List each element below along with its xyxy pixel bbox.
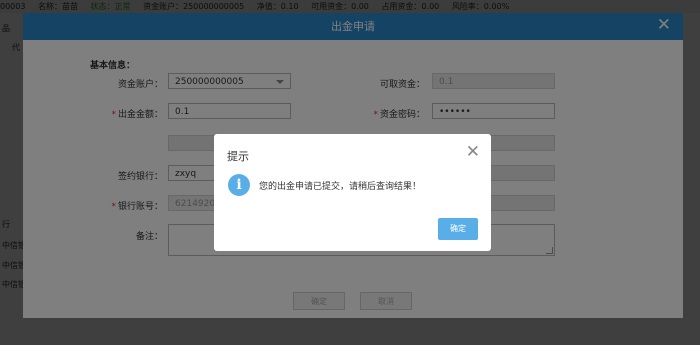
info-icon: i <box>228 174 250 196</box>
alert-dialog: 提示 ✕ i 您的出金申请已提交，请稍后查询结果！ 确定 <box>214 134 491 251</box>
alert-title: 提示 <box>227 150 249 163</box>
alert-ok-button[interactable]: 确定 <box>438 218 478 240</box>
alert-message: 您的出金申请已提交，请稍后查询结果！ <box>259 182 422 192</box>
close-icon[interactable]: ✕ <box>466 144 480 161</box>
